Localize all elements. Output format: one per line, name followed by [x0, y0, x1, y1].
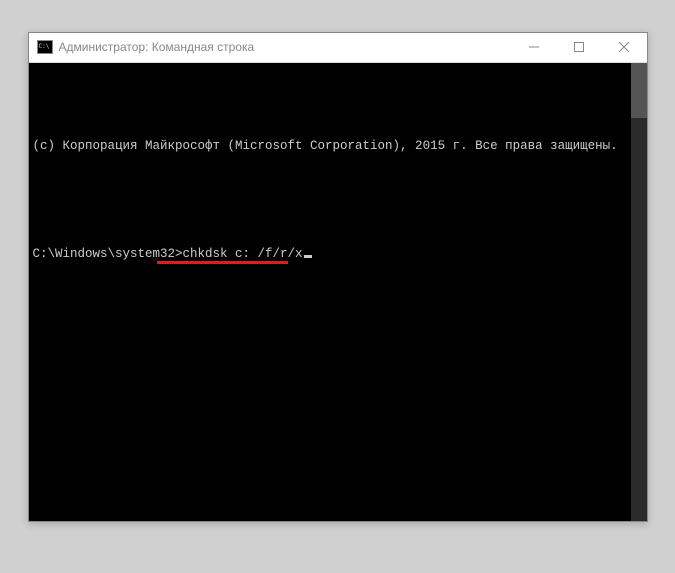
window-title: Администратор: Командная строка [59, 40, 255, 54]
prompt-line: C:\Windows\system32>chkdsk c: /f/r/x [33, 245, 625, 263]
command-text: chkdsk c: /f/r/x [183, 247, 303, 261]
blank-line [33, 191, 625, 209]
console-area[interactable]: (с) Корпорация Майкрософт (Microsoft Cor… [29, 63, 647, 521]
text-cursor [304, 255, 312, 258]
cmd-icon [37, 40, 53, 54]
minimize-button[interactable] [512, 33, 557, 62]
command-prompt-window: Администратор: Командная строка (с) Корп… [28, 32, 648, 522]
maximize-button[interactable] [557, 33, 602, 62]
console-content: (с) Корпорация Майкрософт (Microsoft Cor… [33, 101, 643, 299]
close-button[interactable] [602, 33, 647, 62]
copyright-text: (с) Корпорация Майкрософт (Microsoft Cor… [33, 137, 625, 155]
scrollbar-thumb[interactable] [631, 63, 647, 118]
scrollbar[interactable] [631, 63, 647, 521]
annotation-underline [157, 261, 288, 264]
titlebar[interactable]: Администратор: Командная строка [29, 33, 647, 63]
prompt-text: C:\Windows\system32> [33, 247, 183, 261]
title-left: Администратор: Командная строка [37, 40, 255, 54]
window-controls [512, 33, 647, 62]
